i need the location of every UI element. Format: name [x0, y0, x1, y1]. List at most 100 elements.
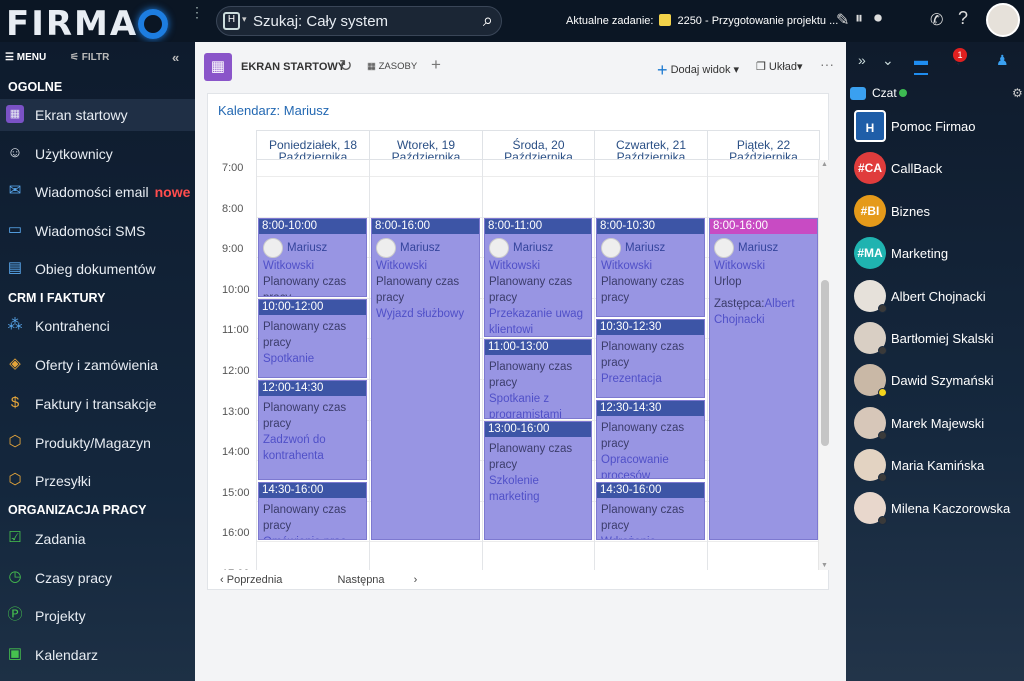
event-subject: Spotkanie: [263, 352, 315, 365]
chat-contact[interactable]: Albert Chojnacki: [854, 279, 1024, 314]
search-input[interactable]: Szukaj: Cały system: [253, 13, 388, 30]
event-deputy: Zastępca:Albert Chojnacki: [714, 297, 795, 326]
page-title: EKRAN STARTOWY: [241, 61, 346, 73]
event-time: 12:00-14:30: [259, 381, 366, 396]
chat-contact[interactable]: Milena Kaczorowska: [854, 491, 1024, 526]
calendar-event[interactable]: 11:00-13:00 Planowany czas pracy Spotkanie…: [484, 339, 592, 419]
refresh-icon[interactable]: ↻: [339, 56, 352, 76]
person-avatar: [489, 237, 509, 258]
current-task[interactable]: Aktualne zadanie: 2250 - Przygotowanie pr…: [566, 14, 838, 27]
event-person-surname: Witkowski: [263, 259, 315, 272]
task-color-icon: [659, 14, 672, 26]
sidebar-item-kalendarz[interactable]: ▣ Kalendarz: [0, 639, 195, 671]
calendar-event[interactable]: 10:30-12:30 Planowany czas pracy Prezentac…: [596, 319, 705, 399]
sidebar-item-faktury[interactable]: $ Faktury i transakcje: [0, 388, 195, 420]
event-body: Mariusz Witkowski Planowany czas pracy: [259, 234, 366, 296]
search-context-icon[interactable]: H: [223, 12, 240, 30]
event-time: 8:00-11:00: [485, 218, 591, 234]
hour-label: 7:00: [222, 162, 244, 174]
sidebar-item-kontrahenci[interactable]: ⁂ Kontrahenci: [0, 310, 195, 342]
zasoby-button[interactable]: ▦ ZASOBY: [367, 61, 417, 72]
more-horizontal-icon[interactable]: ···: [820, 56, 834, 72]
sidebar-item-produkty[interactable]: ⬡ Produkty/Magazyn: [0, 427, 195, 459]
phone-icon[interactable]: ✆: [930, 10, 943, 30]
contact-name: Milena Kaczorowska: [891, 500, 1011, 516]
event-time: 14:30-16:00: [259, 482, 366, 498]
menu-button[interactable]: ☰ MENU: [5, 52, 46, 63]
sidebar-item-obieg-dokumentow[interactable]: ▤ Obieg dokumentów: [0, 253, 195, 285]
calendar-event[interactable]: 12:30-14:30 Planowany czas pracy Opracowan…: [596, 400, 705, 480]
chat-contact[interactable]: Dawid Szymański: [854, 364, 1024, 398]
help-icon[interactable]: ?: [958, 8, 968, 29]
chat-contact[interactable]: #BI Biznes: [854, 194, 1024, 229]
expand-icon[interactable]: »: [858, 52, 866, 68]
event-person: Mariusz: [263, 237, 366, 258]
sidebar-item-wiadomosci-email[interactable]: ✉ Wiadomości email nowe: [0, 176, 195, 208]
app-logo[interactable]: FIRMA: [6, 4, 169, 44]
stop-icon[interactable]: ⏺: [874, 10, 882, 28]
calendar-event[interactable]: 10:00-12:00 Planowany czas pracy Spotkanie: [258, 298, 367, 378]
event-person: Mariusz: [601, 237, 704, 258]
event-person-name: Mariusz: [287, 241, 328, 254]
pause-icon[interactable]: ⏸: [855, 10, 863, 28]
scrollbar-thumb[interactable]: [821, 280, 829, 446]
calendar-event[interactable]: 14:30-16:00 Planowany czas pracy Wdrożenie: [596, 481, 705, 541]
channel-avatar: #CA: [854, 152, 886, 185]
calendar-event[interactable]: 13:00-16:00 Planowany czas pracy Szkolenie…: [484, 420, 592, 541]
current-task-value[interactable]: 2250 - Przygotowanie projektu ...: [677, 15, 838, 27]
day-gridline: [482, 160, 483, 570]
sidebar-item-wiadomosci-sms[interactable]: ▭ Wiadomości SMS: [0, 215, 195, 247]
calendar-scrollbar[interactable]: ▲ ▼: [818, 160, 830, 570]
event-time: 8:00-16:00: [372, 218, 479, 234]
event-time: 12:30-14:30: [597, 401, 704, 417]
sidebar-item-ekran-startowy[interactable]: ▦ Ekran startowy: [0, 99, 195, 131]
event-subject: Zadzwoń do kontrahenta: [263, 434, 326, 462]
sidebar-item-oferty[interactable]: ◈ Oferty i zamówienia: [0, 349, 195, 381]
user-avatar[interactable]: [986, 3, 1020, 37]
previous-button[interactable]: ‹ Poprzednia: [220, 574, 308, 586]
chat-contact[interactable]: H Pomoc Firmao: [854, 110, 1024, 144]
event-type: Planowany czas pracy: [601, 275, 685, 304]
chat-contact[interactable]: #MA Marketing: [854, 237, 1024, 271]
bell-icon[interactable]: ♟: [996, 52, 1009, 69]
chat-tab-icon[interactable]: ▬: [914, 52, 928, 75]
gear-icon[interactable]: ⚙: [1012, 86, 1023, 100]
collapse-sidebar-icon[interactable]: «: [172, 50, 179, 65]
online-status-icon: [898, 89, 907, 97]
calendar-event[interactable]: 8:00-16:00 Mariusz Witkowski Planowany czas…: [371, 217, 480, 541]
chat-contact[interactable]: Maria Kamińska: [854, 449, 1024, 483]
sidebar-item-przesylki[interactable]: ⬡ Przesyłki: [0, 465, 195, 497]
more-vertical-icon[interactable]: ⋮: [190, 4, 204, 21]
layout-button[interactable]: ❐ Układ▾: [756, 60, 803, 73]
calendar-event[interactable]: 8:00-11:00 Mariusz Witkowski Planowany czas…: [484, 217, 592, 338]
chevron-down-icon[interactable]: ⌄: [882, 52, 894, 69]
calendar-event[interactable]: 14:30-16:00 Planowany czas pracy Omówienie…: [258, 481, 367, 541]
right-sidebar-tabs: » ⌄ ▬ ◔ 1 ♟: [846, 48, 1024, 75]
chevron-down-icon[interactable]: ▾: [242, 14, 247, 25]
calendar-event[interactable]: 12:00-14:30 Planowany czas pracy Zadzwoń d…: [258, 380, 367, 480]
event-body: Mariusz Witkowski Planowany czas pracy: [597, 234, 704, 306]
search-icon[interactable]: ⌕: [483, 10, 493, 31]
sidebar-item-czasy-pracy[interactable]: ◷ Czasy pracy: [0, 562, 195, 594]
add-tab-icon[interactable]: +: [431, 55, 441, 75]
calendar-panel: Kalendarz: Mariusz Poniedziałek, 18 Paźdz…: [207, 93, 830, 590]
chat-contact[interactable]: Bartłomiej Skalski: [854, 322, 1024, 356]
calendar-event[interactable]: 8:00-10:00 Mariusz Witkowski Planowany czas…: [258, 217, 367, 297]
contact-name: Bartłomiej Skalski: [891, 331, 994, 346]
calendar-event[interactable]: 8:00-16:00 Mariusz Witkowski Urlop Zastępca:…: [709, 217, 818, 541]
grid-icon[interactable]: ▦: [204, 53, 232, 81]
next-button[interactable]: Następna ›: [337, 574, 417, 586]
sidebar-item-zadania[interactable]: ☑ Zadania: [0, 523, 195, 555]
event-person-name: Mariusz: [400, 241, 441, 254]
sidebar-item-uzytkownicy[interactable]: ☺ Użytkownicy: [0, 138, 195, 170]
sidebar-item-projekty[interactable]: Ⓟ Projekty: [0, 600, 195, 632]
event-time: 10:00-12:00: [259, 299, 366, 315]
add-view-button[interactable]: + Dodaj widok ▾: [657, 60, 739, 81]
chat-contact[interactable]: #CA CallBack: [854, 152, 1024, 186]
global-search[interactable]: H ▾ Szukaj: Cały system ⌕: [216, 6, 502, 36]
chat-contact[interactable]: Marek Majewski: [854, 406, 1024, 441]
filter-button[interactable]: ⚟ FILTR: [70, 52, 109, 63]
calendar-event[interactable]: 8:00-10:30 Mariusz Witkowski Planowany czas…: [596, 217, 705, 318]
edit-icon[interactable]: ✎: [836, 10, 849, 30]
day-header: Piątek, 22 Października: [707, 130, 820, 160]
